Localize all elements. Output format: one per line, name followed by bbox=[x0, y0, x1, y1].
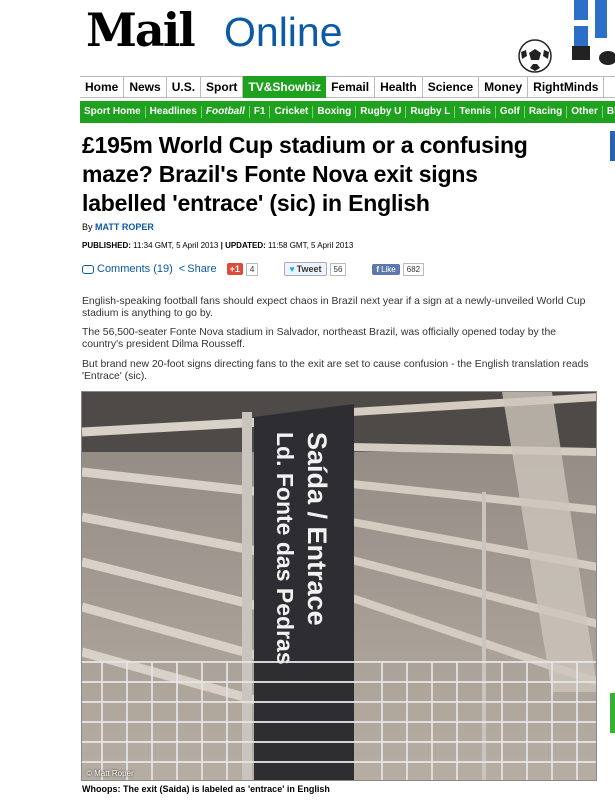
football-icon bbox=[518, 39, 552, 73]
tweet-label: Tweet bbox=[296, 264, 322, 274]
subnav-item-football[interactable]: Football bbox=[202, 106, 250, 118]
subnav-item-cricket[interactable]: Cricket bbox=[270, 106, 314, 118]
author-link[interactable]: MATT ROPER bbox=[95, 222, 154, 232]
subnav-item-rugby-l[interactable]: Rugby L bbox=[406, 106, 456, 118]
subnav-item-racing[interactable]: Racing bbox=[525, 106, 568, 118]
article-paragraph: But brand new 20-foot signs directing fa… bbox=[82, 359, 589, 382]
article-headline: £195m World Cup stadium or a confusing m… bbox=[82, 132, 528, 216]
subnav-item-f1[interactable]: F1 bbox=[250, 106, 271, 118]
byline: By MATT ROPER bbox=[82, 222, 154, 232]
tweet-button[interactable]: ♥ Tweet bbox=[284, 262, 327, 276]
twitter-bird-icon: ♥ bbox=[289, 264, 295, 274]
published-label: PUBLISHED: bbox=[82, 241, 131, 250]
gplus-button[interactable]: +1 bbox=[226, 263, 243, 275]
comment-bubble-icon bbox=[82, 264, 94, 274]
photo-caption: Whoops: The exit (Saida) is labeled as '… bbox=[82, 784, 330, 794]
facebook-like-button[interactable]: f Like bbox=[372, 263, 400, 275]
share-label: Share bbox=[187, 263, 217, 275]
subnav-item-headlines[interactable]: Headlines bbox=[146, 106, 202, 118]
photo-credit: © Matt Roper bbox=[86, 769, 134, 778]
like-count: 682 bbox=[402, 262, 425, 276]
nav-item-health[interactable]: Health bbox=[375, 76, 423, 98]
stadium-sign-image: Saída / Entrace Ld. Fonte das Pedras bbox=[82, 392, 596, 780]
logo-mail[interactable]: Mail bbox=[86, 6, 196, 54]
updated-label: UPDATED: bbox=[225, 241, 266, 250]
subnav-item-blo[interactable]: Blo bbox=[603, 106, 615, 118]
updated-date: 11:58 GMT, 5 April 2013 bbox=[268, 241, 354, 250]
byline-prefix: By bbox=[82, 222, 93, 232]
published-date: 11:34 GMT, 5 April 2013 bbox=[133, 241, 219, 250]
subnav-item-rugby-u[interactable]: Rugby U bbox=[356, 106, 407, 118]
subnav-item-tennis[interactable]: Tennis bbox=[455, 106, 496, 118]
nav-item-tv-showbiz[interactable]: TV&Showbiz bbox=[243, 76, 327, 98]
sign-text-line2: Ld. Fonte das Pedras bbox=[272, 432, 298, 665]
nav-item-news[interactable]: News bbox=[124, 76, 167, 98]
nav-item-home[interactable]: Home bbox=[80, 76, 125, 98]
article-paragraph: The 56,500-seater Fonte Nova stadium in … bbox=[82, 327, 557, 350]
article-dates: PUBLISHED: 11:34 GMT, 5 April 2013 | UPD… bbox=[82, 241, 354, 250]
facebook-icon: f bbox=[376, 264, 380, 274]
sport-subnav: Sport Home Headlines Football F1 Cricket Boxi… bbox=[80, 101, 615, 123]
subnav-item-other[interactable]: Other bbox=[567, 106, 603, 118]
subnav-item-boxing[interactable]: Boxing bbox=[313, 106, 357, 118]
sign-text-line1: Saída / Entrace bbox=[302, 432, 332, 626]
football-player-graphic bbox=[572, 0, 615, 65]
tweet-count: 56 bbox=[329, 262, 347, 276]
nav-item-sport[interactable]: Sport bbox=[201, 76, 244, 98]
share-icon: < bbox=[178, 263, 186, 275]
like-label: Like bbox=[381, 264, 396, 274]
nav-item-femail[interactable]: Femail bbox=[326, 76, 376, 98]
comments-link[interactable]: Comments (19) bbox=[82, 263, 173, 275]
nav-item-rightminds[interactable]: RightMinds bbox=[528, 76, 605, 98]
nav-item-u-s-[interactable]: U.S. bbox=[167, 76, 202, 98]
primary-nav: Home News U.S. Sport TV&Showbiz Femail Health S… bbox=[80, 76, 615, 98]
nav-item-money[interactable]: Money bbox=[479, 76, 529, 98]
gplus-count: 4 bbox=[245, 262, 259, 276]
side-widget-edge-green bbox=[610, 693, 615, 733]
side-widget-edge bbox=[610, 131, 615, 161]
subnav-item-sport-home[interactable]: Sport Home bbox=[80, 106, 146, 118]
comments-label: Comments (19) bbox=[97, 263, 173, 275]
logo-online[interactable]: Online bbox=[224, 10, 343, 54]
subnav-item-golf[interactable]: Golf bbox=[496, 106, 525, 118]
article-photo[interactable]: Saída / Entrace Ld. Fonte das Pedras bbox=[81, 391, 597, 781]
share-link[interactable]: < Share bbox=[179, 263, 217, 275]
share-bar: Comments (19) < Share +1 4 ♥ Tweet 56 f … bbox=[82, 260, 462, 278]
article-paragraph: English-speaking football fans should ex… bbox=[82, 296, 586, 319]
nav-item-science[interactable]: Science bbox=[423, 76, 480, 98]
